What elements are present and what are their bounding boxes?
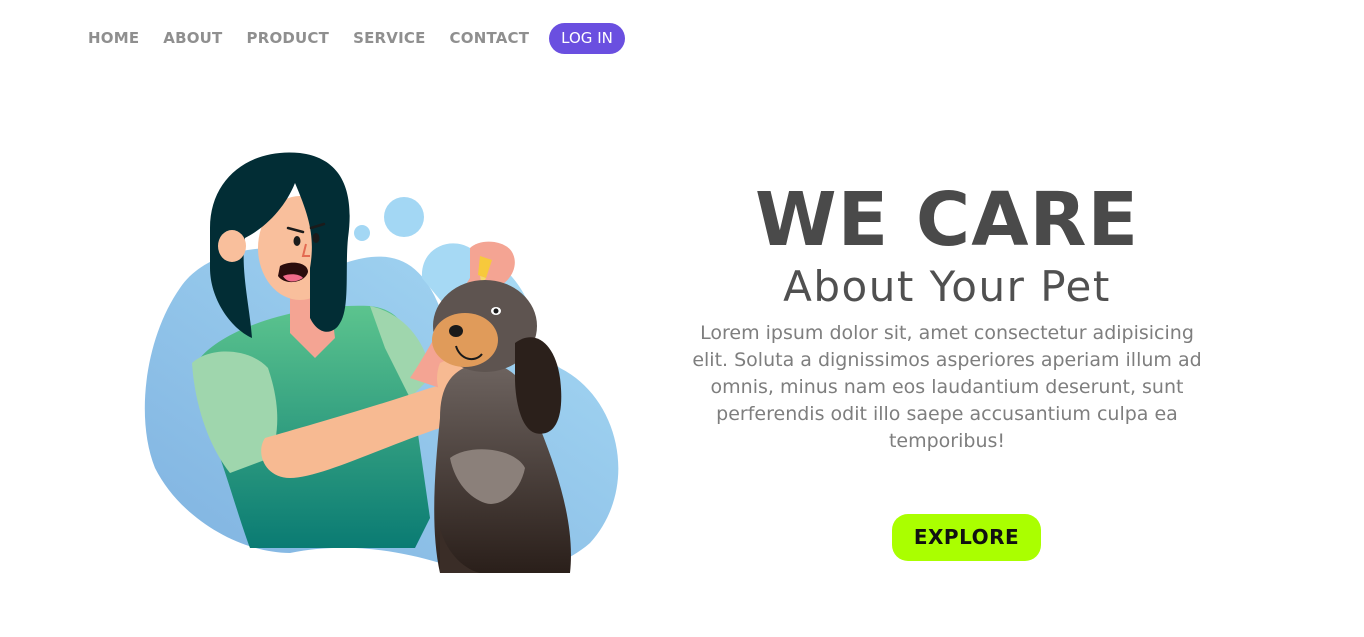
woman-eye-left (293, 236, 301, 246)
bubble-small-icon (354, 225, 370, 241)
nav-service-link[interactable]: SERVICE (353, 29, 425, 47)
dog-snout (432, 313, 498, 367)
explore-button[interactable]: EXPLORE (892, 514, 1041, 561)
woman-eye-right (312, 233, 320, 243)
login-button[interactable]: LOG IN (549, 22, 625, 54)
bubble-large-icon (384, 197, 424, 237)
hero-text: WE CARE About Your Pet Lorem ipsum dolor… (670, 180, 1224, 455)
main-nav: HOME ABOUT PRODUCT SERVICE CONTACT LOG I… (88, 22, 625, 54)
nav-about-link[interactable]: ABOUT (163, 29, 222, 47)
nav-contact-link[interactable]: CONTACT (450, 29, 530, 47)
hero-illustration (140, 148, 630, 578)
woman-giving-dog-eye-drops-illustration (144, 152, 619, 573)
nav-product-link[interactable]: PRODUCT (247, 29, 330, 47)
hero-title: WE CARE (754, 177, 1140, 263)
woman-ear (218, 230, 246, 262)
hero-subtitle: About Your Pet (783, 262, 1111, 311)
hero-description: Lorem ipsum dolor sit, amet consectetur … (692, 322, 1202, 452)
nav-home-link[interactable]: HOME (88, 29, 139, 47)
